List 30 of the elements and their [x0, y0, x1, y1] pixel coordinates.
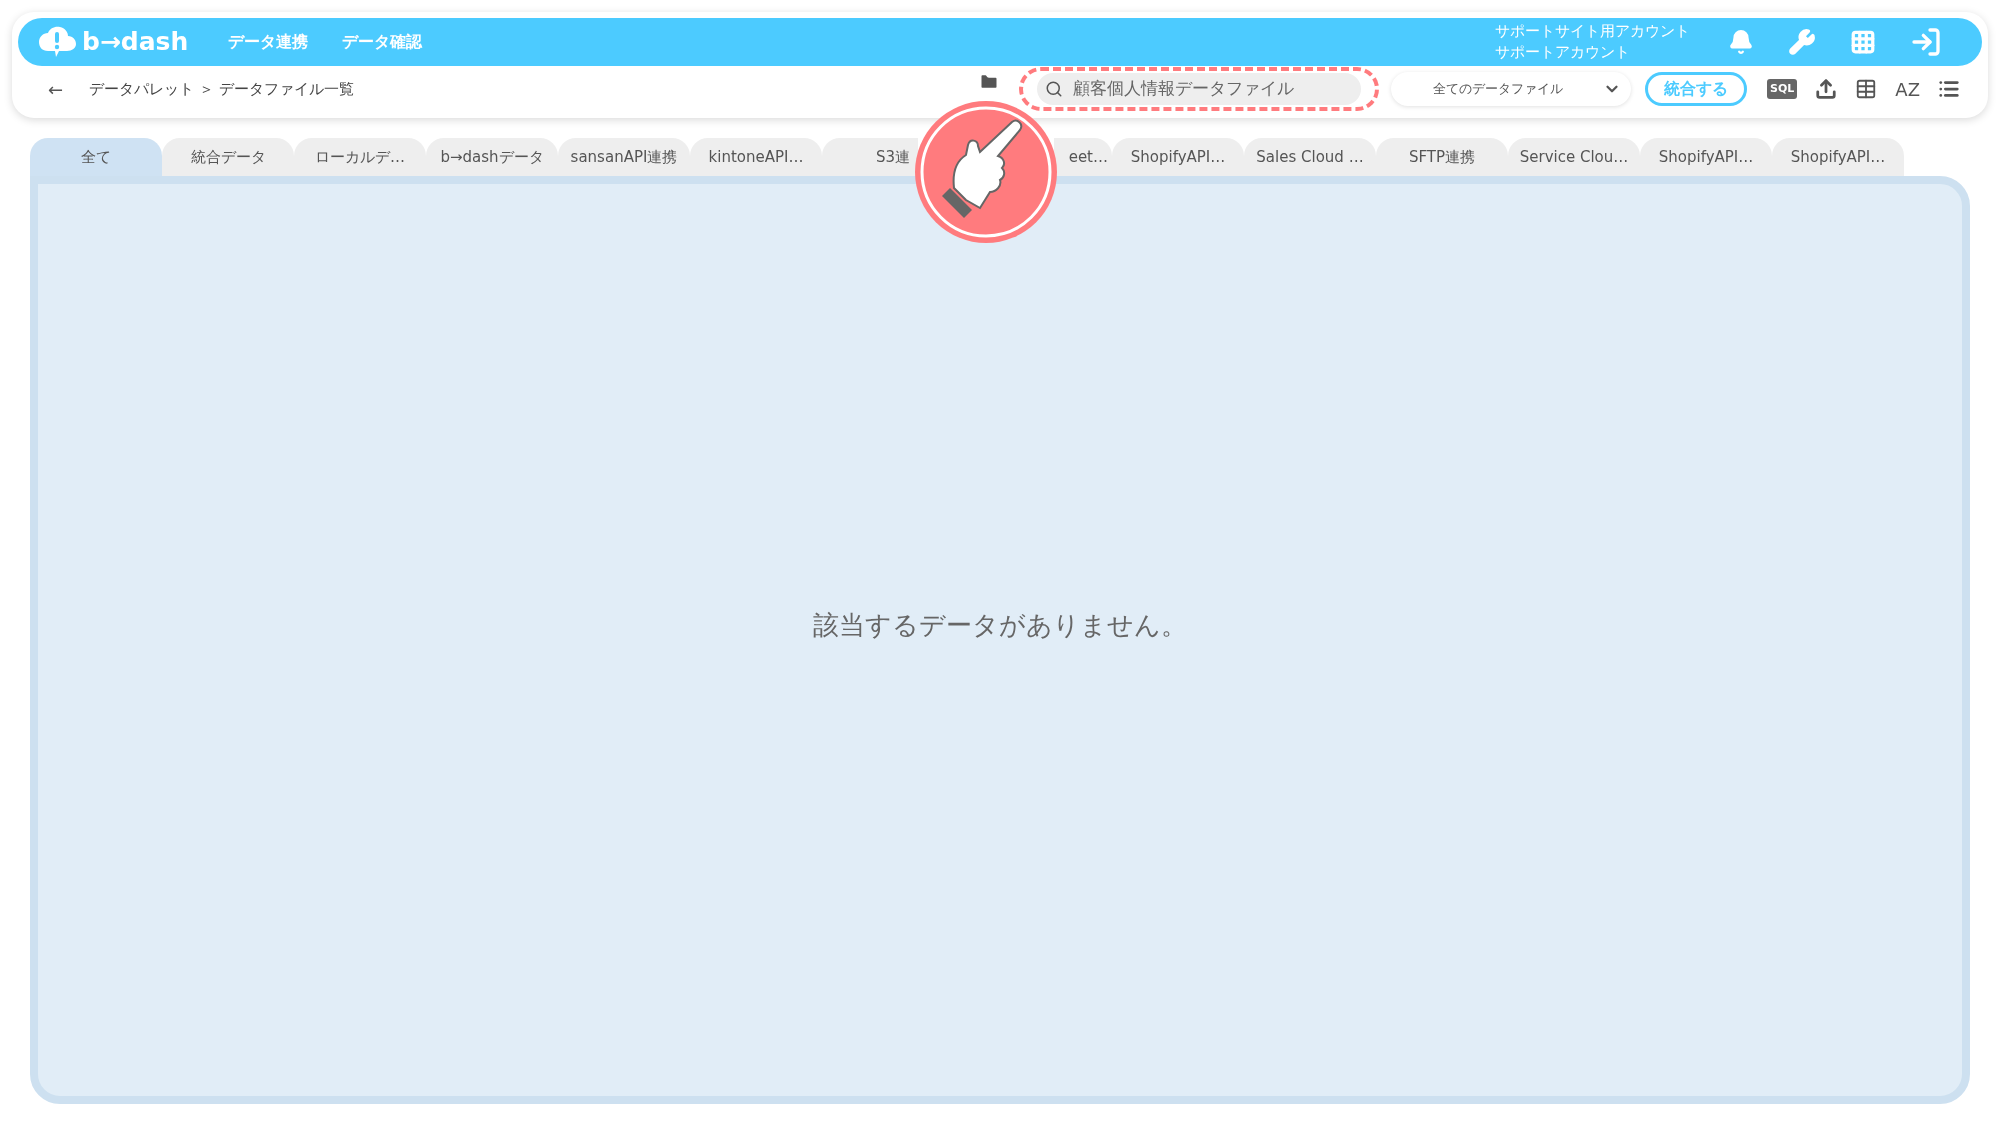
- upload-icon[interactable]: [1815, 78, 1838, 100]
- tab[interactable]: SFTP連携: [1376, 138, 1508, 176]
- search-field[interactable]: 顧客個人情報データファイル: [1019, 67, 1380, 111]
- tab[interactable]: ShopifyAPI…: [1772, 138, 1904, 176]
- breadcrumb: データパレット ＞ データファイル一覧: [89, 78, 354, 100]
- search-icon: [1045, 80, 1064, 98]
- sql-icon[interactable]: SQL: [1767, 78, 1798, 100]
- tab[interactable]: sansanAPI連携: [558, 138, 690, 176]
- tab[interactable]: b→dashデータ: [426, 138, 558, 176]
- table-icon[interactable]: [1855, 78, 1878, 100]
- tab[interactable]: Sales Cloud …: [1244, 138, 1376, 176]
- tab[interactable]: 統合データ: [162, 138, 294, 176]
- empty-message: 該当するデータがありません。: [813, 608, 1187, 642]
- account-site: サポートサイト用アカウント: [1495, 21, 1690, 42]
- tab[interactable]: ローカルデ…: [294, 138, 426, 176]
- logo-text: b→dash: [82, 26, 189, 59]
- tab[interactable]: S3連: [822, 138, 918, 176]
- tab[interactable]: ShopifyAPI…: [1640, 138, 1772, 176]
- back-button[interactable]: ←: [48, 75, 64, 103]
- list-icon[interactable]: [1938, 78, 1960, 100]
- tab[interactable]: Service Clou…: [1508, 138, 1640, 176]
- tab[interactable]: ShopifyAPI…: [1112, 138, 1244, 176]
- sort-icon[interactable]: AZ: [1895, 75, 1920, 103]
- search-value: 顧客個人情報データファイル: [1073, 77, 1295, 101]
- tab[interactable]: 全て: [30, 138, 162, 176]
- account-name: サポートアカウント: [1495, 42, 1631, 63]
- tab[interactable]: eet…: [1054, 138, 1112, 176]
- cloud-logo-icon: [38, 25, 78, 59]
- tab[interactable]: kintoneAPI…: [690, 138, 822, 176]
- file-filter-select[interactable]: 全てのデータファイル: [1391, 72, 1632, 106]
